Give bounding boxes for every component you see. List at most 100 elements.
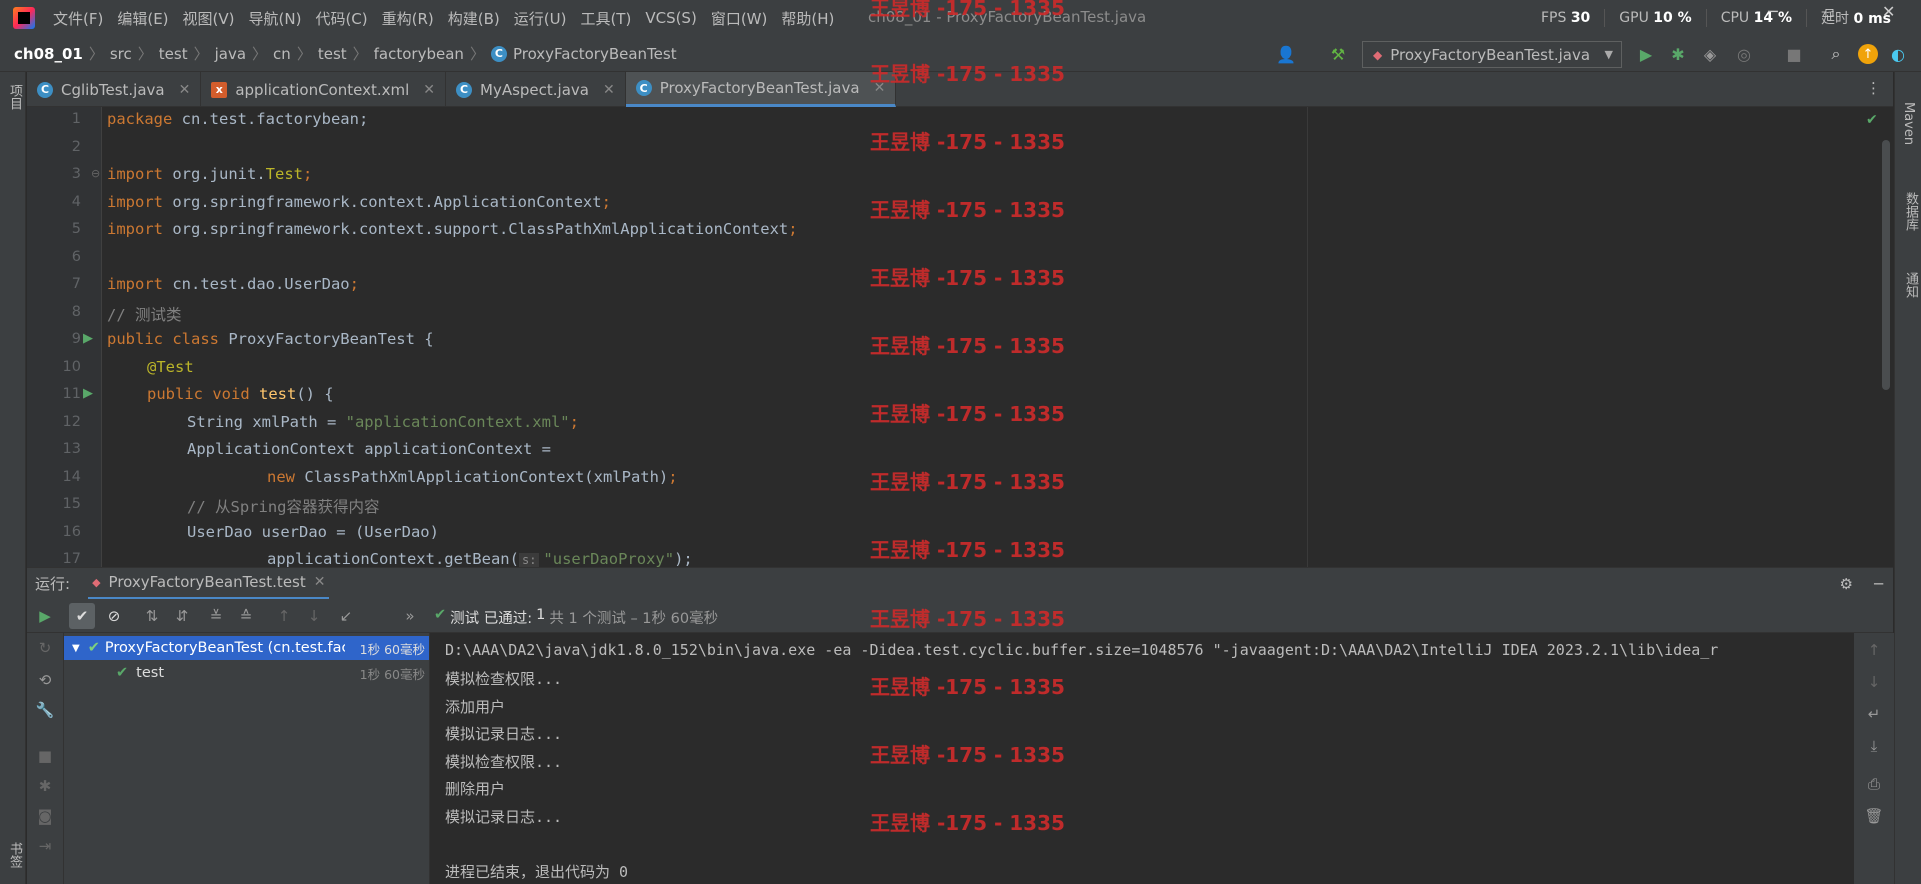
code-token: new: [267, 468, 305, 486]
gear-icon[interactable]: ⚙: [1840, 575, 1853, 593]
print-icon[interactable]: ⎙: [1861, 771, 1887, 797]
menu-code[interactable]: 代码(C): [315, 8, 367, 29]
breadcrumb-project[interactable]: ch08_01: [14, 45, 83, 63]
menu-vcs[interactable]: VCS(S): [645, 9, 696, 27]
menu-help[interactable]: 帮助(H): [781, 8, 834, 29]
watermark: 王昱博 -175 - 1335: [870, 811, 1065, 835]
console-output[interactable]: D:\AAA\DA2\java\jdk1.8.0_152\bin\java.ex…: [430, 633, 1854, 884]
debug-icon[interactable]: ✱: [1668, 44, 1688, 64]
breadcrumb-src[interactable]: src: [110, 45, 132, 63]
more-tabs-icon[interactable]: ⋮: [1866, 79, 1881, 97]
close-icon[interactable]: ✕: [1882, 2, 1895, 21]
menu-navigate[interactable]: 导航(N): [249, 8, 302, 29]
user-icon[interactable]: 👤: [1276, 44, 1296, 64]
tree-row-method[interactable]: ✔ test 1秒 60毫秒: [64, 661, 429, 685]
scroll-down-icon[interactable]: ↓: [1861, 669, 1887, 695]
tab-myaspect[interactable]: C MyAspect.java ✕: [446, 72, 626, 107]
breadcrumb-cn[interactable]: cn: [273, 45, 291, 63]
notifications-tool-button[interactable]: 通知: [1901, 272, 1920, 298]
run-config-label: ProxyFactoryBeanTest.java: [1390, 45, 1591, 64]
breadcrumb-java[interactable]: java: [215, 45, 246, 63]
tab-label: applicationContext.xml: [235, 80, 410, 99]
toggle-auto-test-icon[interactable]: ⟲: [32, 667, 58, 693]
console-line: 删除用户: [445, 780, 506, 798]
line-number: 11: [62, 386, 81, 402]
more-icon[interactable]: »: [397, 603, 423, 629]
breadcrumb-factorybean[interactable]: factorybean: [374, 45, 464, 63]
bookmarks-tool-button[interactable]: 书签: [5, 842, 24, 868]
inspection-ok-icon[interactable]: ✔: [1866, 112, 1878, 128]
database-tool-button[interactable]: 数据库: [1901, 192, 1920, 231]
minimize-icon[interactable]: ─: [1768, 2, 1778, 21]
run-gutter-icon[interactable]: ▶: [83, 331, 93, 346]
soft-wrap-icon[interactable]: ↵: [1861, 701, 1887, 727]
build-hammer-icon[interactable]: ⚒: [1328, 44, 1348, 64]
exit-icon[interactable]: ⇥: [32, 833, 58, 859]
menu-refactor[interactable]: 重构(R): [382, 8, 434, 29]
run-tab[interactable]: ◆ ProxyFactoryBeanTest.test ✕: [88, 568, 330, 600]
camera-icon[interactable]: ◙: [32, 803, 58, 829]
intellij-logo-icon[interactable]: [13, 7, 35, 29]
menu-build[interactable]: 构建(B): [448, 8, 500, 29]
menu-view[interactable]: 视图(V): [183, 8, 235, 29]
run-config-selector[interactable]: ◆ ProxyFactoryBeanTest.java ▼: [1362, 41, 1622, 68]
chevron-down-icon: ▼: [1604, 48, 1613, 61]
wrench-icon[interactable]: 🔧: [32, 697, 58, 723]
breadcrumb-class[interactable]: ProxyFactoryBeanTest: [513, 45, 677, 63]
import-results-icon[interactable]: ↙: [333, 603, 359, 629]
prev-failed-icon[interactable]: ↑: [271, 603, 297, 629]
tree-row-class[interactable]: ▼ ✔ ProxyFactoryBeanTest (cn.test.fac 1秒…: [64, 636, 429, 660]
close-tab-icon[interactable]: ✕: [603, 82, 615, 98]
debug-icon[interactable]: ✱: [32, 773, 58, 799]
breadcrumb-test[interactable]: test: [159, 45, 188, 63]
sort-duration-icon[interactable]: ⇵: [169, 603, 195, 629]
menu-run[interactable]: 运行(U): [514, 8, 567, 29]
update-icon[interactable]: ↑: [1858, 44, 1878, 64]
close-tab-icon[interactable]: ✕: [314, 574, 326, 590]
run-gutter-icon[interactable]: ▶: [83, 386, 93, 401]
maven-tool-button[interactable]: Maven: [1901, 102, 1916, 145]
code-token: import: [107, 275, 173, 293]
rerun-failed-icon[interactable]: ↻: [32, 635, 58, 661]
jetbrains-ai-icon[interactable]: ◐: [1888, 44, 1908, 64]
profile-icon[interactable]: ◎: [1734, 44, 1754, 64]
project-tool-button[interactable]: 项目: [5, 84, 24, 110]
hide-panel-icon[interactable]: ─: [1874, 575, 1883, 593]
fold-icon[interactable]: ⊖: [91, 167, 100, 180]
tab-proxyfactorybeantest[interactable]: C ProxyFactoryBeanTest.java ✕: [625, 72, 897, 107]
run-side-toolbar: ↻ ⟲ 🔧 ■ ✱ ◙ ⇥: [27, 633, 64, 884]
coverage-icon[interactable]: ◈: [1700, 44, 1720, 64]
stop-icon[interactable]: ■: [1784, 44, 1804, 64]
menu-file[interactable]: 文件(F): [53, 8, 103, 29]
close-tab-icon[interactable]: ✕: [179, 82, 191, 98]
sort-alpha-icon[interactable]: ⇅: [139, 603, 165, 629]
next-failed-icon[interactable]: ↓: [301, 603, 327, 629]
maximize-icon[interactable]: ▫: [1824, 2, 1835, 21]
scroll-to-end-icon[interactable]: ⤓: [1861, 733, 1887, 759]
close-tab-icon[interactable]: ✕: [423, 82, 435, 98]
code-comment: // 测试类: [107, 306, 182, 324]
trash-icon[interactable]: 🗑: [1861, 803, 1887, 829]
tab-applicationcontext[interactable]: x applicationContext.xml ✕: [201, 72, 446, 107]
menu-tools[interactable]: 工具(T): [580, 8, 631, 29]
show-passed-icon[interactable]: ✔: [69, 603, 95, 629]
menu-edit[interactable]: 编辑(E): [117, 8, 168, 29]
fps-value: 30: [1570, 10, 1591, 26]
breadcrumb-test-pkg[interactable]: test: [318, 45, 347, 63]
menu-window[interactable]: 窗口(W): [711, 8, 768, 29]
run-icon[interactable]: ▶: [1636, 44, 1656, 64]
editor-scrollbar[interactable]: [1882, 140, 1890, 390]
tab-cglibtest[interactable]: C CglibTest.java ✕: [27, 72, 202, 107]
show-ignored-icon[interactable]: ⊘: [101, 603, 127, 629]
stop-icon[interactable]: ■: [32, 743, 58, 769]
line-number: 6: [71, 249, 81, 265]
expand-all-icon[interactable]: ≚: [203, 603, 229, 629]
chevron-down-icon[interactable]: ▼: [72, 643, 80, 654]
scroll-up-icon[interactable]: ↑: [1861, 637, 1887, 663]
tree-label: ProxyFactoryBeanTest (cn.test.fac: [104, 640, 345, 656]
collapse-all-icon[interactable]: ≙: [233, 603, 259, 629]
rerun-icon[interactable]: ▶: [32, 603, 58, 629]
code-token: String xmlPath =: [187, 413, 346, 431]
code-token: cn.test.dao.UserDao: [172, 275, 350, 293]
search-icon[interactable]: ⌕: [1826, 44, 1846, 64]
